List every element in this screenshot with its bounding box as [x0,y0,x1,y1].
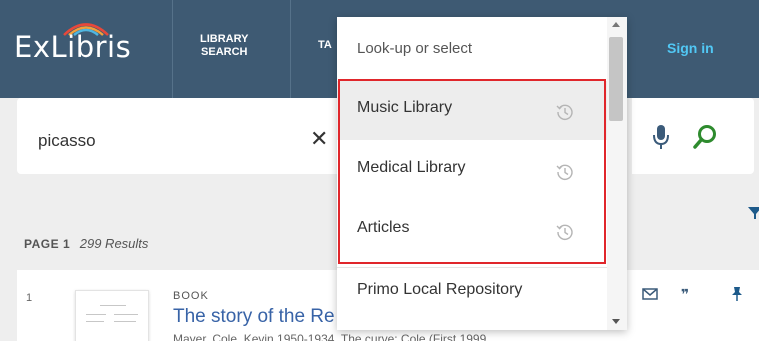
nav-tags[interactable]: TA [318,39,332,52]
sign-in-link[interactable]: Sign in [667,40,714,56]
search-input[interactable]: picasso ✕ [17,98,341,174]
dropdown-placeholder: Look-up or select [337,17,607,77]
exlibris-logo[interactable]: ExLibris [14,30,131,64]
nav-tags-line1: TA [318,39,332,51]
result-number: 1 [26,292,33,304]
dropdown-item-label: Primo Local Repository [357,281,523,298]
search-scope-dropdown[interactable]: Look-up or select Music Library Medical … [337,17,627,330]
highlight-box [338,79,606,264]
header-divider [172,0,173,98]
nav-library-search-line2: SEARCH [201,46,248,58]
scrollbar-thumb[interactable] [609,37,623,121]
nav-library-search-line1: LIBRARY [200,33,249,45]
pin-icon[interactable] [730,286,744,302]
email-icon[interactable] [642,288,658,300]
results-count: 299 Results [79,236,149,251]
search-query-text: picasso [38,131,96,150]
search-actions [632,98,754,174]
page-info: PAGE 1 299 Results [24,236,148,251]
header-divider [290,0,291,98]
dropdown-item-primo-local-repository[interactable]: Primo Local Repository [337,267,607,326]
page-number: PAGE 1 [24,237,71,251]
filter-icon[interactable] [748,206,759,220]
scroll-up-icon[interactable] [612,22,620,27]
scroll-down-icon[interactable] [612,319,620,324]
citation-icon[interactable]: ❞ [681,286,689,303]
nav-library-search[interactable]: LIBRARY SEARCH [200,33,248,59]
search-icon[interactable] [692,124,718,150]
close-icon[interactable]: ✕ [310,128,328,150]
dropdown-placeholder-text: Look-up or select [357,40,473,57]
result-type: BOOK [173,290,209,302]
result-details: Mayer, Cole, Kevin 1950-1934. The curve:… [173,332,487,341]
result-title[interactable]: The story of the Re [173,306,335,328]
book-thumbnail[interactable] [75,290,149,341]
microphone-icon[interactable] [652,124,670,150]
